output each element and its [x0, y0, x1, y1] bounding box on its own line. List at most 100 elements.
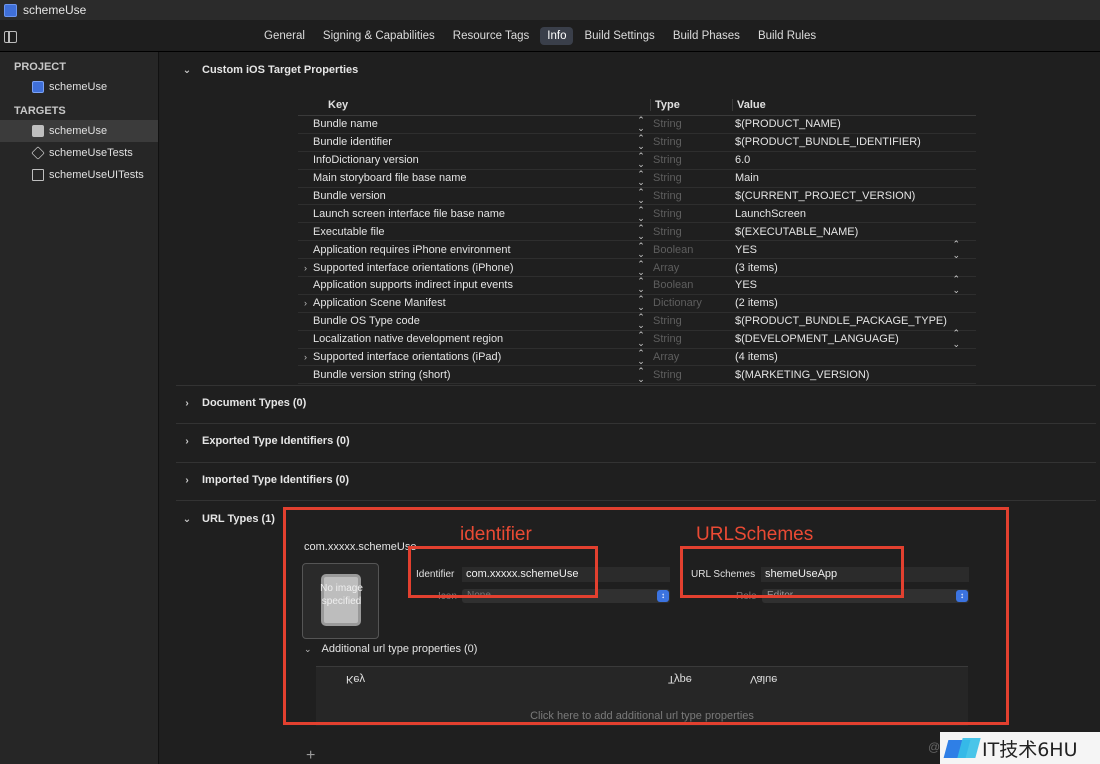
value-stepper-icon[interactable]: ⌃ ⌄: [952, 239, 960, 261]
plist-row[interactable]: Executable file ⌃ ⌄ String $(EXECUTABLE_NAME…: [298, 223, 976, 242]
plist-row[interactable]: Bundle name ⌃ ⌄ String $(PRODUCT_NAME): [298, 116, 976, 134]
section-url-types[interactable]: ⌄ URL Types (1): [182, 513, 275, 525]
plist-value[interactable]: (4 items): [731, 351, 976, 363]
key-stepper-icon[interactable]: ⌃ ⌄: [633, 366, 649, 383]
tab-info[interactable]: Info: [540, 27, 574, 45]
plist-type[interactable]: String: [649, 333, 731, 345]
tab-build-rules[interactable]: Build Rules: [751, 27, 823, 45]
plist-key[interactable]: Supported interface orientations (iPad): [313, 351, 633, 363]
plist-key[interactable]: Localization native development region: [313, 333, 633, 345]
plist-value[interactable]: Main: [731, 172, 976, 184]
value-stepper-icon[interactable]: ⌃ ⌄: [952, 274, 960, 296]
chevron-right-icon[interactable]: ›: [182, 436, 192, 447]
key-stepper-icon[interactable]: ⌃ ⌄: [633, 134, 649, 151]
plist-key[interactable]: Bundle version string (short): [313, 369, 633, 381]
plist-value[interactable]: $(CURRENT_PROJECT_VERSION): [731, 190, 976, 202]
chevron-right-icon[interactable]: ›: [298, 298, 313, 308]
plist-value[interactable]: YES: [731, 279, 976, 291]
chevron-right-icon[interactable]: ›: [182, 475, 192, 486]
plist-row[interactable]: Bundle version ⌃ ⌄ String $(CURRENT_PROJECT_…: [298, 188, 976, 206]
section-imported-types[interactable]: › Imported Type Identifiers (0): [182, 474, 349, 486]
plist-row[interactable]: Launch screen interface file base name ⌃ ⌄…: [298, 205, 976, 224]
plist-type[interactable]: String: [649, 315, 731, 327]
plist-key[interactable]: Application Scene Manifest: [313, 297, 633, 309]
plist-key[interactable]: Supported interface orientations (iPhone…: [313, 262, 633, 274]
sidebar-item-project[interactable]: schemeUse: [0, 76, 158, 98]
plist-row[interactable]: Bundle identifier ⌃ ⌄ String $(PRODUCT_BUNDL…: [298, 134, 976, 152]
plist-key[interactable]: Bundle name: [313, 118, 633, 130]
section-custom-properties[interactable]: ⌄ Custom iOS Target Properties: [182, 64, 358, 76]
chevron-down-icon[interactable]: ⌄: [182, 514, 192, 525]
tab-general[interactable]: General: [257, 27, 312, 45]
plist-key[interactable]: Main storyboard file base name: [313, 172, 633, 184]
sidebar-item-target[interactable]: schemeUseUITests: [0, 164, 158, 186]
plist-value[interactable]: $(PRODUCT_NAME): [731, 118, 976, 130]
plist-value[interactable]: YES: [731, 244, 976, 256]
plist-row[interactable]: › Supported interface orientations (iPhon…: [298, 259, 976, 278]
plist-row[interactable]: › Supported interface orientations (iPad)…: [298, 349, 976, 367]
key-stepper-icon[interactable]: ⌃ ⌄: [633, 152, 649, 169]
key-stepper-icon[interactable]: ⌃ ⌄: [633, 170, 649, 187]
plist-type[interactable]: Array: [649, 262, 731, 274]
plist-type[interactable]: Boolean: [649, 244, 731, 256]
tab-signing-capabilities[interactable]: Signing & Capabilities: [316, 27, 442, 45]
add-url-type-button[interactable]: +: [306, 747, 315, 764]
section-document-types[interactable]: › Document Types (0): [182, 397, 306, 409]
chevron-right-icon[interactable]: ›: [182, 398, 192, 409]
plist-type[interactable]: Dictionary: [649, 297, 731, 309]
plist-value[interactable]: $(PRODUCT_BUNDLE_IDENTIFIER): [731, 136, 976, 148]
plist-row[interactable]: Localization native development region ⌃ ⌄…: [298, 328, 976, 350]
plist-type[interactable]: Boolean: [649, 279, 731, 291]
key-stepper-icon[interactable]: ⌃ ⌄: [633, 277, 649, 294]
plist-key[interactable]: Launch screen interface file base name: [313, 208, 633, 220]
plist-type[interactable]: String: [649, 118, 731, 130]
key-stepper-icon[interactable]: ⌃ ⌄: [633, 313, 649, 330]
key-stepper-icon[interactable]: ⌃ ⌄: [633, 259, 649, 276]
plist-row[interactable]: Application supports indirect input even…: [298, 274, 976, 296]
plist-key[interactable]: Application supports indirect input even…: [313, 279, 633, 291]
plist-row[interactable]: Application requires iPhone environment ⌃…: [298, 239, 976, 261]
tab-build-phases[interactable]: Build Phases: [666, 27, 747, 45]
plist-row[interactable]: InfoDictionary version ⌃ ⌄ String 6.0: [298, 152, 976, 170]
plist-key[interactable]: InfoDictionary version: [313, 154, 633, 166]
plist-type[interactable]: String: [649, 190, 731, 202]
plist-value[interactable]: (2 items): [731, 297, 976, 309]
tab-build-settings[interactable]: Build Settings: [577, 27, 661, 45]
plist-row[interactable]: › Application Scene Manifest ⌃ ⌄ Dictionary(…: [298, 295, 976, 313]
sidebar-toggle-icon[interactable]: [4, 31, 17, 43]
key-stepper-icon[interactable]: ⌃ ⌄: [633, 205, 649, 222]
plist-type[interactable]: String: [649, 172, 731, 184]
chevron-down-icon[interactable]: ⌄: [182, 65, 192, 76]
plist-key[interactable]: Executable file: [313, 226, 633, 238]
key-stepper-icon[interactable]: ⌃ ⌄: [633, 349, 649, 366]
key-stepper-icon[interactable]: ⌃ ⌄: [633, 223, 649, 240]
plist-value[interactable]: $(MARKETING_VERSION): [731, 369, 976, 381]
plist-type[interactable]: String: [649, 136, 731, 148]
plist-type[interactable]: Array: [649, 351, 731, 363]
plist-row[interactable]: Bundle version string (short) ⌃ ⌄ String $(M…: [298, 366, 976, 385]
plist-type[interactable]: String: [649, 226, 731, 238]
key-stepper-icon[interactable]: ⌃ ⌄: [633, 241, 649, 258]
value-stepper-icon[interactable]: ⌃ ⌄: [952, 328, 960, 350]
chevron-right-icon[interactable]: ›: [298, 263, 313, 273]
plist-value[interactable]: $(EXECUTABLE_NAME): [731, 226, 976, 238]
plist-key[interactable]: Bundle version: [313, 190, 633, 202]
plist-type[interactable]: String: [649, 369, 731, 381]
plist-row[interactable]: Main storyboard file base name ⌃ ⌄ String Ma…: [298, 170, 976, 188]
key-stepper-icon[interactable]: ⌃ ⌄: [633, 295, 649, 312]
sidebar-item-target[interactable]: schemeUseTests: [0, 142, 158, 164]
plist-type[interactable]: String: [649, 154, 731, 166]
plist-value[interactable]: $(DEVELOPMENT_LANGUAGE): [731, 333, 976, 345]
plist-type[interactable]: String: [649, 208, 731, 220]
plist-row[interactable]: Bundle OS Type code ⌃ ⌄ String $(PRODUCT_BUN…: [298, 313, 976, 331]
key-stepper-icon[interactable]: ⌃ ⌄: [633, 188, 649, 205]
plist-value[interactable]: (3 items): [731, 262, 976, 274]
chevron-right-icon[interactable]: ›: [298, 352, 313, 362]
plist-key[interactable]: Bundle OS Type code: [313, 315, 633, 327]
sidebar-item-target[interactable]: schemeUse: [0, 120, 158, 142]
key-stepper-icon[interactable]: ⌃ ⌄: [633, 116, 649, 133]
plist-key[interactable]: Bundle identifier: [313, 136, 633, 148]
tab-resource-tags[interactable]: Resource Tags: [446, 27, 537, 45]
plist-value[interactable]: LaunchScreen: [731, 208, 976, 220]
plist-value[interactable]: $(PRODUCT_BUNDLE_PACKAGE_TYPE): [731, 315, 976, 327]
